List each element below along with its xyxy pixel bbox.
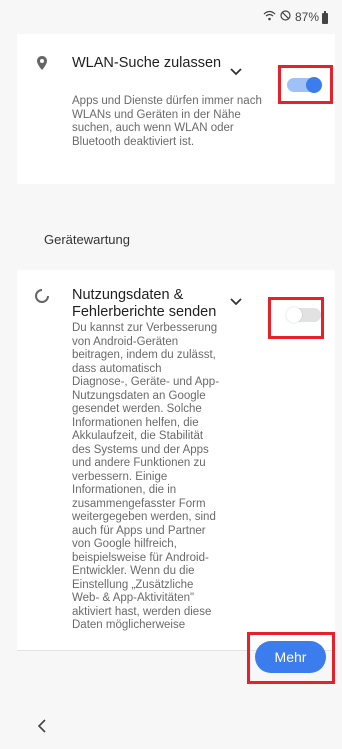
status-bar: 87%	[0, 0, 342, 34]
usage-setting-title: Nutzungsdaten & Fehlerberichte senden	[72, 287, 217, 320]
progress-ring-icon	[34, 288, 50, 304]
wlan-setting-description: Apps und Dienste dürfen immer nach WLANs…	[72, 95, 262, 148]
section-header-device-maintenance: Gerätewartung	[44, 232, 130, 247]
location-pin-icon	[34, 55, 50, 71]
do-not-disturb-icon	[280, 10, 291, 24]
chevron-down-icon[interactable]	[229, 64, 243, 76]
back-icon[interactable]	[36, 718, 48, 734]
chevron-down-icon[interactable]	[229, 294, 243, 306]
highlight-box-wlan-toggle	[278, 65, 333, 104]
highlight-box-more-button	[247, 632, 335, 684]
battery-icon	[322, 10, 328, 24]
wlan-setting-title: WLAN-Suche zulassen	[72, 55, 222, 71]
highlight-box-usage-toggle	[268, 297, 324, 339]
wifi-icon	[263, 10, 276, 24]
usage-setting-description: Du kannst zur Verbesserung von Android-G…	[72, 322, 220, 631]
battery-level: 87%	[294, 10, 319, 24]
